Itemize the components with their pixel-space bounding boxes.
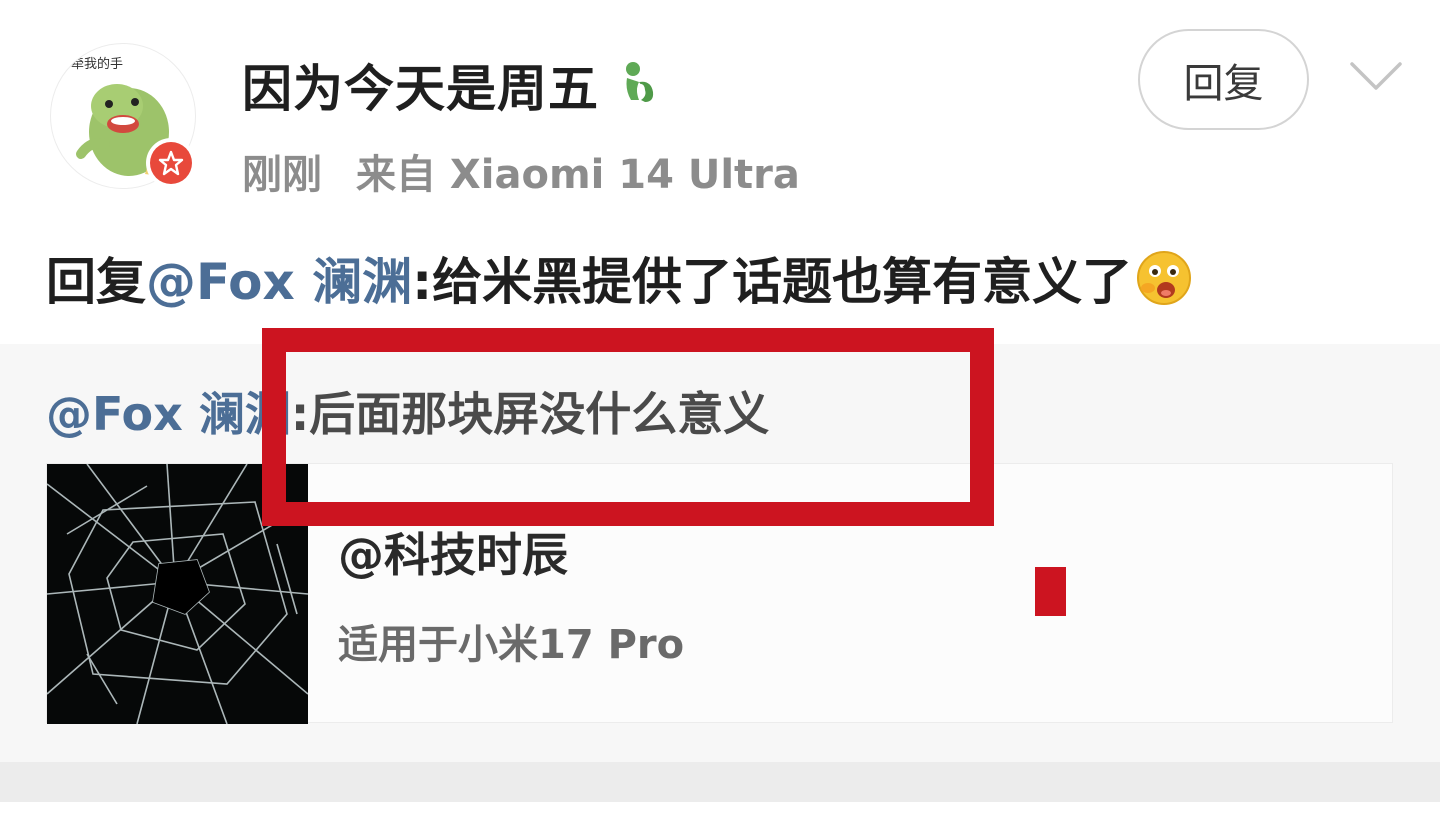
post-meta: 刚刚 来自 Xiaomi 14 Ultra: [242, 143, 800, 199]
red-annotation-mark: [1035, 567, 1066, 616]
comment-page: 牵我的手 因为今天是周五 刚刚 来自 Xiaomi 14 Ultra 回复 回复…: [0, 0, 1440, 818]
link-card-subtitle: 适用于小米17 Pro: [338, 622, 685, 668]
quoted-body: :后面那块屏没什么意义: [290, 387, 770, 441]
post-time: 刚刚: [242, 152, 322, 198]
username-row: 因为今天是周五: [242, 50, 659, 120]
chevron-down-icon[interactable]: [1346, 56, 1406, 96]
cracked-glass-image: [47, 464, 308, 724]
comment-body: :给米黑提供了话题也算有意义了: [412, 253, 1133, 311]
link-card-title[interactable]: @科技时辰: [338, 522, 568, 582]
verified-badge-icon: [146, 138, 196, 188]
surprised-emoji-icon: [1136, 250, 1192, 306]
bottom-divider: [0, 762, 1440, 802]
username[interactable]: 因为今天是周五: [242, 49, 599, 121]
link-card[interactable]: [46, 463, 1393, 724]
comment-text: 回复 @Fox 澜渊:给米黑提供了话题也算有意义了: [46, 238, 1192, 318]
quoted-mention-link[interactable]: @Fox 澜渊: [46, 378, 291, 444]
avatar-caption: 牵我的手: [71, 56, 123, 72]
comment-prefix: 回复: [46, 253, 146, 311]
green-figure-icon: [621, 60, 659, 110]
post-source: 来自 Xiaomi 14 Ultra: [356, 152, 800, 198]
reply-button[interactable]: 回复: [1138, 29, 1309, 130]
quoted-comment-text: @Fox 澜渊:后面那块屏没什么意义: [46, 376, 769, 446]
comment-mention-link[interactable]: @Fox 澜渊: [146, 242, 412, 314]
